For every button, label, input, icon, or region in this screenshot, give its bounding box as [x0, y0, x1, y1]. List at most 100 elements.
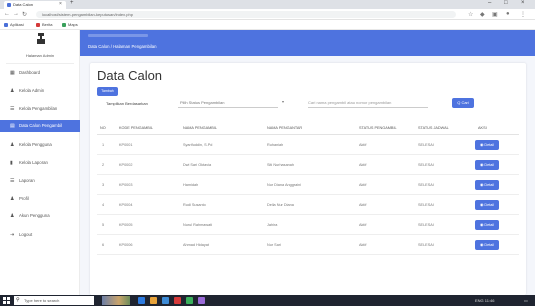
store-icon[interactable]: [174, 297, 181, 304]
table-row: 6 KP0006 Ahmad Hidayat Nur Sari Aktif SE…: [97, 236, 519, 255]
tab-title: Data Calon: [13, 2, 34, 7]
taskbar-thumbnail[interactable]: [102, 296, 130, 305]
sidebar-item-label: Data Calon Pengambil: [19, 123, 62, 128]
table-row: 3 KP0003 Hamidah Nur Diana Anggraini Akt…: [97, 176, 519, 195]
cell-escort: Nur Diana Anggraini: [267, 183, 301, 187]
user-icon: ♟: [10, 142, 15, 148]
cell-no: 2: [102, 163, 105, 167]
cell-code: KP0003: [119, 183, 133, 187]
column-header: STATUS JADWAL: [418, 126, 449, 130]
browser-tab[interactable]: Data Calon ×: [4, 1, 66, 9]
search-icon: ⚲: [16, 297, 20, 303]
user-icon: ♟: [10, 88, 15, 94]
windows-start-icon[interactable]: [3, 297, 10, 304]
profile-icon[interactable]: ●: [506, 11, 510, 17]
sidebar-item-label: Kelola Laporan: [19, 160, 48, 165]
sidebar-item-label: Kelola Pengambilan: [19, 106, 58, 111]
bookmark-label: Berita: [42, 22, 53, 27]
cell-name: Syarifuddin, S.Pd: [183, 143, 213, 147]
add-button[interactable]: Tambah: [97, 87, 118, 96]
bookmark-news[interactable]: Berita: [36, 22, 52, 27]
sidebar: Halaman Admin ▦ Dashboard ♟ Kelola Admin…: [0, 30, 80, 295]
search-input[interactable]: Cari nama pengambil atau nomor pengambil…: [308, 98, 428, 108]
column-header: AKSI: [478, 126, 487, 130]
cell-escort: Siti Nurhasanah: [267, 163, 295, 167]
edge-icon[interactable]: [150, 297, 157, 304]
chrome-icon[interactable]: [186, 297, 193, 304]
cell-escort: Ruhaniah: [267, 143, 284, 147]
detail-button[interactable]: ◉ Detail: [475, 180, 499, 190]
cell-escort: Nur Sari: [267, 243, 281, 247]
bookmark-maps[interactable]: Maps: [62, 22, 78, 27]
sidebar-item-label: Akun Pengguna: [19, 213, 50, 218]
extension-icon[interactable]: ◆: [480, 11, 485, 18]
tab-close-icon[interactable]: ×: [59, 1, 62, 7]
app-icon[interactable]: [198, 297, 205, 304]
app-name: Halaman Admin: [25, 53, 55, 58]
sidebar-item-kelola-admin[interactable]: ♟ Kelola Admin: [0, 85, 80, 97]
status-filter-select[interactable]: Pilih Status Pengambilan: [178, 98, 278, 108]
cell-status: Aktif: [359, 183, 367, 187]
detail-button[interactable]: ◉ Detail: [475, 240, 499, 250]
file-explorer-icon[interactable]: [162, 297, 169, 304]
header-decoration: [88, 34, 148, 37]
cell-schedule: SELESAI: [418, 143, 434, 147]
filter-label: Tampilkan Berdasarkan: [106, 101, 148, 106]
new-tab-button[interactable]: +: [70, 0, 74, 6]
bookmark-icon[interactable]: ▣: [492, 11, 498, 18]
column-header: KODE PENGAMBIL: [119, 126, 153, 130]
cell-name: Dwi Sari Oktavia: [183, 163, 212, 167]
taskbar-search[interactable]: ⚲ Type here to search: [14, 296, 94, 305]
cell-code: KP0002: [119, 163, 133, 167]
star-icon[interactable]: ☆: [468, 11, 473, 18]
cell-code: KP0006: [119, 243, 133, 247]
search-button[interactable]: Q Cari: [452, 98, 474, 108]
sidebar-item-kelola-laporan[interactable]: ▮ Kelola Laporan: [0, 157, 80, 169]
sidebar-item-data-calon[interactable]: ▤ Data Calon Pengambil: [0, 120, 80, 132]
sidebar-item-profil[interactable]: ♟ Profil: [0, 193, 80, 205]
cell-no: 3: [102, 183, 105, 187]
reload-icon[interactable]: ↻: [22, 11, 27, 18]
chevron-down-icon[interactable]: ▾: [282, 99, 284, 104]
sidebar-item-label: Kelola Pengguna: [19, 142, 52, 147]
sidebar-item-dashboard[interactable]: ▦ Dashboard: [0, 67, 80, 79]
table-row: 5 KP0005 Nurul Rahmawati Jahira Aktif SE…: [97, 216, 519, 235]
sidebar-item-label: Laporan: [19, 178, 35, 183]
column-header: NAMA PENGANTAR: [267, 126, 303, 130]
table-header: NO KODE PENGAMBIL NAMA PENGAMBIL NAMA PE…: [97, 123, 519, 135]
cell-escort: Jahira: [267, 223, 278, 227]
sidebar-item-akun[interactable]: ♟ Akun Pengguna: [0, 210, 80, 222]
detail-button[interactable]: ◉ Detail: [475, 200, 499, 210]
main-content: Data Calon Tambah Tampilkan Berdasarkan …: [80, 56, 535, 295]
cell-status: Aktif: [359, 223, 367, 227]
breadcrumb: Data Calon / Halaman Pengambilan: [88, 44, 157, 49]
task-view-icon[interactable]: [138, 297, 145, 304]
table-row: 1 KP0001 Syarifuddin, S.Pd Ruhaniah Akti…: [97, 136, 519, 155]
notification-icon[interactable]: ▭: [524, 298, 528, 303]
sidebar-item-label: Dashboard: [19, 70, 41, 75]
back-arrow-icon[interactable]: ←: [4, 11, 10, 17]
cell-status: Aktif: [359, 163, 367, 167]
sidebar-item-laporan[interactable]: ☰ Laporan: [0, 175, 80, 187]
report-icon: ☰: [10, 178, 15, 184]
menu-icon[interactable]: ⋮: [520, 11, 526, 18]
maximize-button[interactable]: □: [504, 0, 508, 6]
close-window-button[interactable]: ×: [521, 0, 525, 6]
sidebar-item-kelola-pengambilan[interactable]: ☰ Kelola Pengambilan: [0, 103, 80, 115]
url-field[interactable]: localhost/sistem-pengambilan-keputusan/i…: [36, 11, 456, 18]
cell-escort: Della Nur Diana: [267, 203, 294, 207]
forward-arrow-icon[interactable]: →: [13, 11, 19, 17]
screen: Data Calon × + – □ × ← → ↻ localhost/sis…: [0, 0, 535, 306]
detail-button[interactable]: ◉ Detail: [475, 140, 499, 150]
bookmark-label: Aplikasi: [10, 22, 24, 27]
cell-no: 5: [102, 223, 105, 227]
table-row: 4 KP0004 Rudi Susanto Della Nur Diana Ak…: [97, 196, 519, 215]
cell-code: KP0004: [119, 203, 133, 207]
bookmark-apps[interactable]: Aplikasi: [4, 22, 24, 27]
detail-button[interactable]: ◉ Detail: [475, 160, 499, 170]
favicon-icon: [7, 3, 11, 7]
detail-button[interactable]: ◉ Detail: [475, 220, 499, 230]
minimize-button[interactable]: –: [488, 0, 491, 6]
sidebar-item-kelola-pengguna[interactable]: ♟ Kelola Pengguna: [0, 139, 80, 151]
sidebar-item-logout[interactable]: ⇥ Logout: [0, 229, 80, 241]
